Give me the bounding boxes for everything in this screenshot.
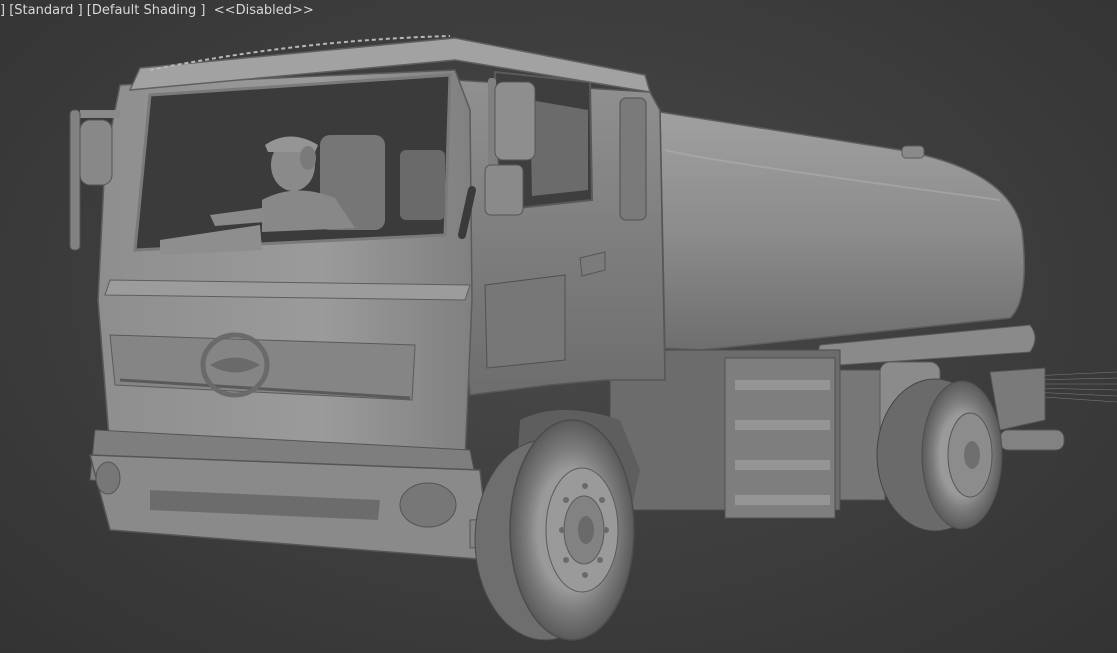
fuel-tank [659,111,1036,367]
front-wheel [474,410,640,641]
scene-render [69,35,1117,641]
3d-viewport[interactable]: ] [Standard ] [Default Shading ] <<Disab… [0,0,1117,653]
rear-wheel [876,378,1003,532]
